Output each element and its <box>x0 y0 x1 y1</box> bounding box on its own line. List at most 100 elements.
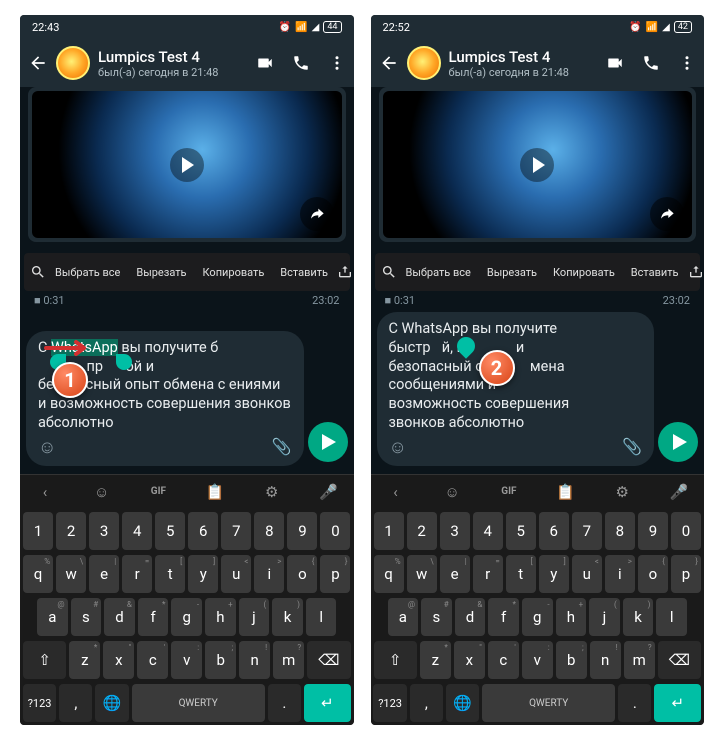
kb-sticker-icon[interactable]: ☺ <box>441 483 463 501</box>
key-v[interactable]: v: <box>522 641 553 679</box>
key-a[interactable]: a@ <box>37 598 68 636</box>
key-g[interactable]: g- <box>522 598 553 636</box>
key-w[interactable]: w\ <box>56 555 86 593</box>
ctx-copy[interactable]: Копировать <box>546 266 622 279</box>
key-e[interactable]: e| <box>89 555 119 593</box>
key-6[interactable]: 6 <box>539 512 569 550</box>
ctx-select-all[interactable]: Выбрать все <box>399 266 478 279</box>
selection-handle-right[interactable] <box>116 354 132 370</box>
key-o[interactable]: o{ <box>287 555 317 593</box>
emoji-icon[interactable]: ☺ <box>38 437 56 458</box>
keyboard[interactable]: 1234567890q%w\e|r=t[y]u<i>o{p}a@s#d&f*g-… <box>371 508 705 725</box>
key-c[interactable]: c' <box>137 641 168 679</box>
key-8[interactable]: 8 <box>605 512 635 550</box>
key-b[interactable]: b; <box>556 641 587 679</box>
key-i[interactable]: i> <box>605 555 635 593</box>
key-1[interactable]: 1 <box>23 512 53 550</box>
key-6[interactable]: 6 <box>188 512 218 550</box>
attach-icon[interactable]: 📎 <box>272 437 292 458</box>
ctx-select-all[interactable]: Выбрать все <box>48 266 127 279</box>
key-9[interactable]: 9 <box>638 512 668 550</box>
key-x[interactable]: x" <box>454 641 485 679</box>
key-b[interactable]: b; <box>205 641 236 679</box>
share-icon[interactable] <box>688 264 704 280</box>
key-enter[interactable]: ↵ <box>654 684 701 722</box>
key-s[interactable]: s# <box>71 598 102 636</box>
key-i[interactable]: i> <box>254 555 284 593</box>
play-button[interactable] <box>520 148 554 182</box>
back-button[interactable] <box>28 53 48 73</box>
ctx-cut[interactable]: Вырезать <box>480 266 544 279</box>
key-3[interactable]: 3 <box>89 512 119 550</box>
key-e[interactable]: e| <box>440 555 470 593</box>
video-message[interactable] <box>28 87 346 242</box>
key-0[interactable]: 0 <box>320 512 350 550</box>
message-input[interactable]: С WhatsApp вы получите быстрый, простой … <box>377 312 655 466</box>
key-8[interactable]: 8 <box>254 512 284 550</box>
key-r[interactable]: r= <box>473 555 503 593</box>
key-c[interactable]: c' <box>488 641 519 679</box>
key-7[interactable]: 7 <box>572 512 602 550</box>
voice-call-icon[interactable] <box>642 54 660 72</box>
key-space[interactable]: QWERTY <box>132 684 265 722</box>
key-shift[interactable]: ⇧ <box>374 641 417 679</box>
key-x[interactable]: x" <box>103 641 134 679</box>
key-m[interactable]: m? <box>624 641 655 679</box>
key-t[interactable]: t[ <box>506 555 536 593</box>
key-g[interactable]: g- <box>171 598 202 636</box>
key-4[interactable]: 4 <box>473 512 503 550</box>
key-s[interactable]: s# <box>421 598 452 636</box>
key-f[interactable]: f* <box>488 598 519 636</box>
key-u[interactable]: u< <box>221 555 251 593</box>
key-r[interactable]: r= <box>122 555 152 593</box>
key-5[interactable]: 5 <box>155 512 185 550</box>
key-q[interactable]: q% <box>374 555 404 593</box>
key-enter[interactable]: ↵ <box>304 684 351 722</box>
key-period[interactable]: . <box>268 684 301 722</box>
video-message[interactable] <box>379 87 697 242</box>
key-3[interactable]: 3 <box>440 512 470 550</box>
share-icon[interactable] <box>337 264 353 280</box>
key-globe[interactable]: 🌐 <box>95 684 128 722</box>
ctx-paste[interactable]: Вставить <box>624 266 686 279</box>
key-5[interactable]: 5 <box>506 512 536 550</box>
key-n[interactable]: n! <box>239 641 270 679</box>
key-comma[interactable]: , <box>410 684 443 722</box>
ctx-copy[interactable]: Копировать <box>196 266 272 279</box>
ctx-paste[interactable]: Вставить <box>273 266 335 279</box>
kb-clipboard-icon[interactable]: 📋 <box>204 483 226 501</box>
key-2[interactable]: 2 <box>56 512 86 550</box>
key-j[interactable]: j( <box>239 598 270 636</box>
key-a[interactable]: a@ <box>388 598 419 636</box>
key-space[interactable]: QWERTY <box>482 684 615 722</box>
forward-button[interactable] <box>650 197 684 231</box>
key-globe[interactable]: 🌐 <box>446 684 479 722</box>
key-backspace[interactable]: ⌫ <box>658 641 701 679</box>
key-m[interactable]: m? <box>273 641 304 679</box>
play-button[interactable] <box>170 148 204 182</box>
key-backspace[interactable]: ⌫ <box>307 641 350 679</box>
kb-gif-icon[interactable]: GIF <box>498 486 520 497</box>
video-call-icon[interactable] <box>606 54 624 72</box>
key-9[interactable]: 9 <box>287 512 317 550</box>
key-symbols[interactable]: ?123 <box>373 684 406 722</box>
key-q[interactable]: q% <box>23 555 53 593</box>
key-y[interactable]: y] <box>539 555 569 593</box>
search-icon[interactable] <box>381 264 397 280</box>
search-icon[interactable] <box>30 264 46 280</box>
key-p[interactable]: p} <box>320 555 350 593</box>
send-button[interactable] <box>658 422 698 462</box>
key-o[interactable]: o{ <box>638 555 668 593</box>
key-7[interactable]: 7 <box>221 512 251 550</box>
key-2[interactable]: 2 <box>407 512 437 550</box>
key-l[interactable]: l <box>656 598 687 636</box>
kb-clipboard-icon[interactable]: 📋 <box>555 483 577 501</box>
emoji-icon[interactable]: ☺ <box>389 437 407 458</box>
key-p[interactable]: p} <box>671 555 701 593</box>
key-h[interactable]: h+ <box>205 598 236 636</box>
kb-settings-icon[interactable]: ⚙ <box>261 483 283 501</box>
more-icon[interactable] <box>678 54 696 72</box>
key-z[interactable]: z* <box>69 641 100 679</box>
key-v[interactable]: v: <box>171 641 202 679</box>
keyboard[interactable]: 1234567890q%w\e|r=t[y]u<i>o{p}a@s#d&f*g-… <box>20 508 354 725</box>
